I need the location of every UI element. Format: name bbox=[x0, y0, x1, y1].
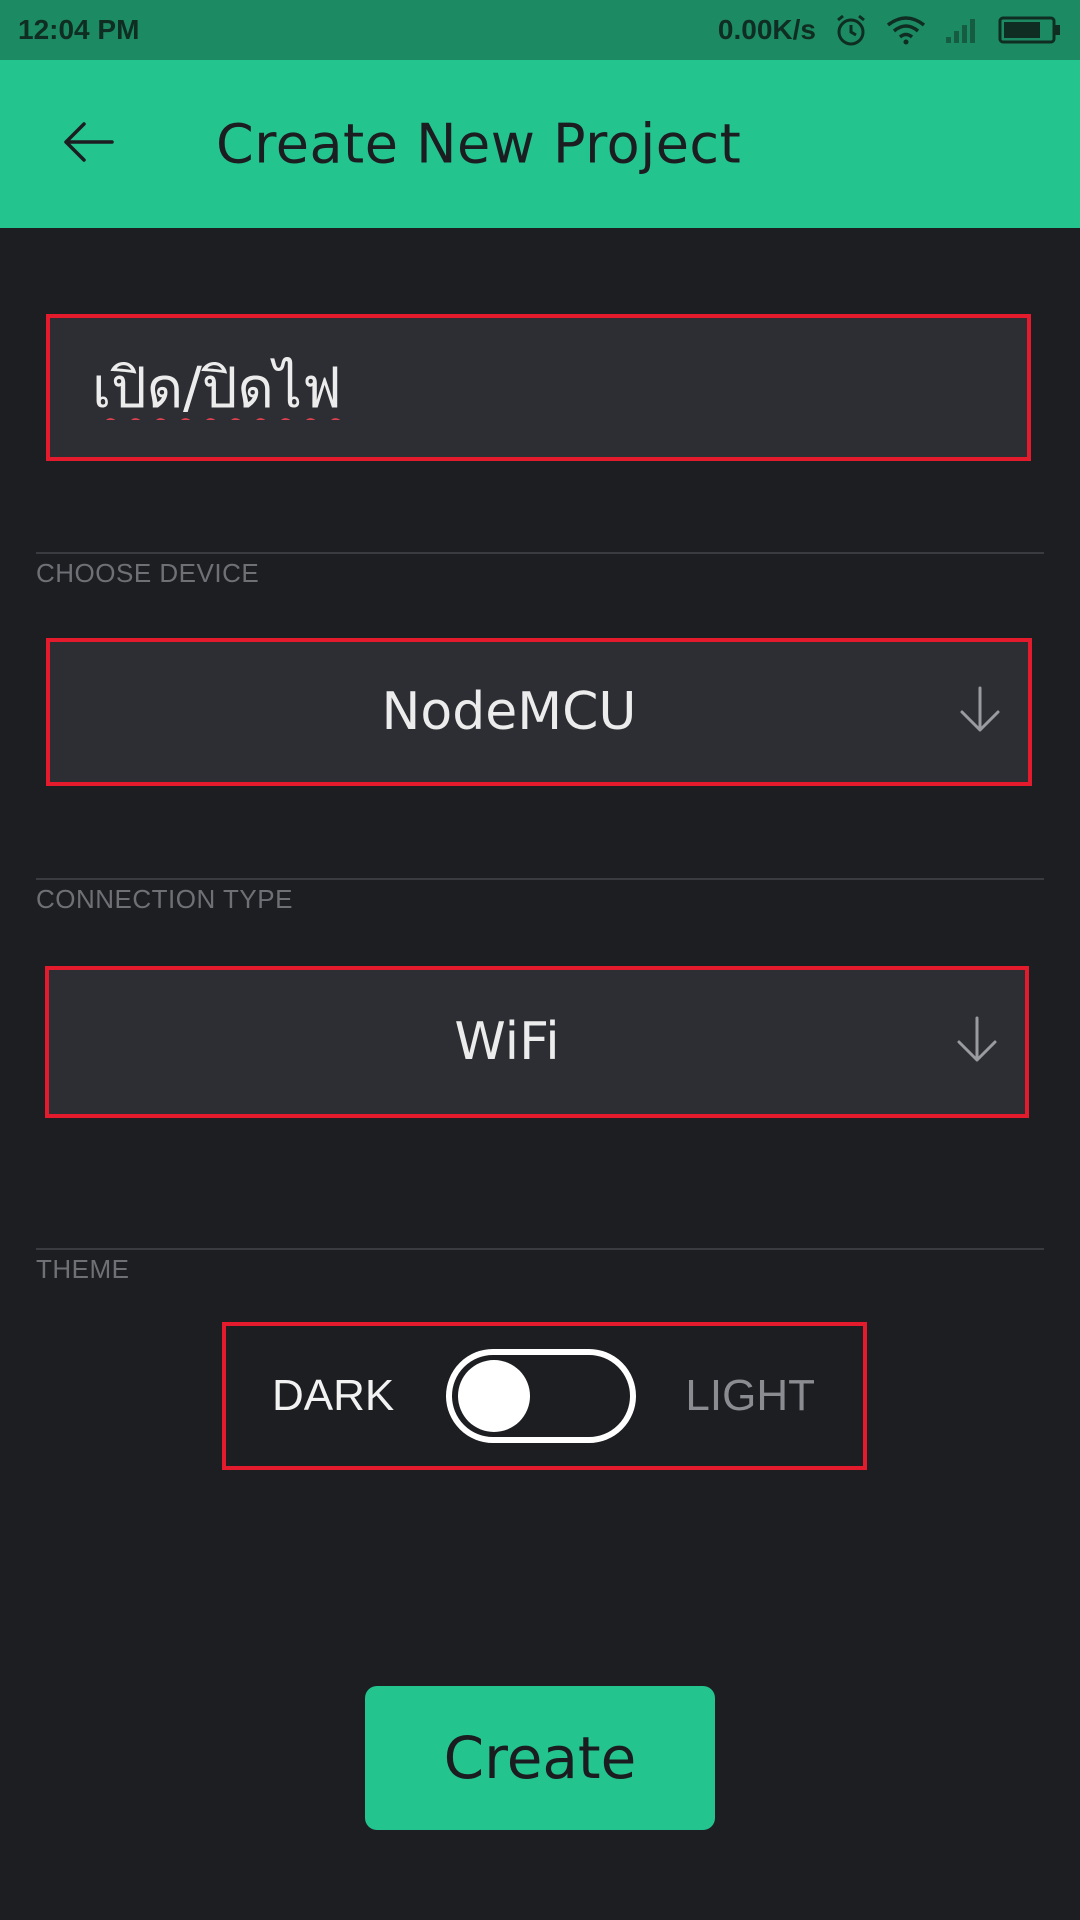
back-button[interactable] bbox=[52, 108, 124, 180]
theme-dark-label[interactable]: DARK bbox=[272, 1371, 394, 1421]
switch-knob bbox=[458, 1360, 530, 1432]
status-icons: 0.00K/s bbox=[718, 13, 1062, 47]
divider bbox=[36, 552, 1044, 554]
choose-device-label: CHOOSE DEVICE bbox=[36, 558, 260, 588]
battery-icon bbox=[998, 15, 1062, 45]
status-time: 12:04 PM bbox=[18, 14, 140, 45]
page-title: Create New Project bbox=[216, 112, 742, 176]
theme-toggle-group: DARK LIGHT bbox=[222, 1322, 867, 1470]
choose-device-select[interactable]: NodeMCU bbox=[46, 638, 1032, 786]
divider bbox=[36, 1248, 1044, 1250]
connection-selected-value: WiFi bbox=[454, 1012, 560, 1072]
create-button[interactable]: Create bbox=[365, 1686, 715, 1830]
signal-icon bbox=[944, 15, 980, 45]
divider bbox=[36, 878, 1044, 880]
project-name-input[interactable] bbox=[92, 355, 1027, 420]
device-selected-value: NodeMCU bbox=[381, 682, 637, 742]
alarm-icon bbox=[834, 13, 868, 47]
theme-light-label[interactable]: LIGHT bbox=[685, 1371, 815, 1421]
arrow-down-icon bbox=[953, 1014, 1001, 1070]
connection-type-label: CONNECTION TYPE bbox=[36, 884, 293, 914]
arrow-down-icon bbox=[956, 684, 1004, 740]
connection-type-select[interactable]: WiFi bbox=[45, 966, 1029, 1118]
theme-switch[interactable] bbox=[446, 1349, 636, 1443]
network-speed: 0.00K/s bbox=[717, 14, 816, 45]
status-bar: 12:04 PM 0.00K/s bbox=[0, 0, 1080, 60]
arrow-left-icon bbox=[60, 120, 116, 168]
project-name-field bbox=[46, 314, 1031, 461]
wifi-icon bbox=[886, 15, 926, 45]
app-bar: Create New Project bbox=[0, 60, 1080, 228]
theme-label: THEME bbox=[36, 1254, 130, 1284]
